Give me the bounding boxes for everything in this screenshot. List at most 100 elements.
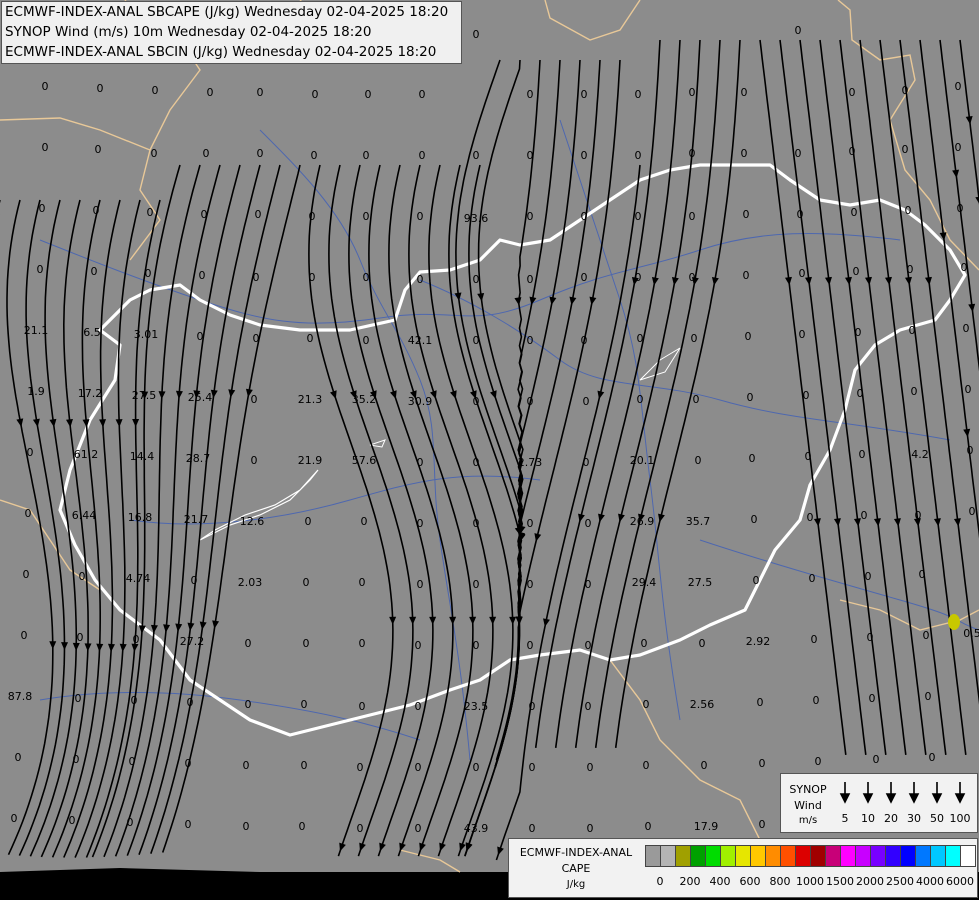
cape-value-label: 0 [365, 88, 372, 101]
cape-value-label: 0 [815, 755, 822, 768]
cape-value-label: 0 [529, 761, 536, 774]
cape-value-label: 0 [363, 149, 370, 162]
cape-value-label: 0 [187, 696, 194, 709]
cape-color-swatch [870, 845, 886, 867]
cape-value-label: 0 [955, 141, 962, 154]
wind-arrow-head [954, 793, 966, 804]
cape-value-label: 0 [967, 444, 974, 457]
cape-value-label: 0 [359, 700, 366, 713]
cape-color-swatch [660, 845, 676, 867]
cape-color-swatch [960, 845, 976, 867]
cape-value-label: 21.3 [298, 393, 323, 406]
cape-value-label: 0 [869, 692, 876, 705]
cape-value-label: 0 [643, 759, 650, 772]
cape-value-label: 0 [849, 145, 856, 158]
cape-color-swatch [945, 845, 961, 867]
cape-value-label: 0 [807, 511, 814, 524]
cape-value-label: 0 [42, 80, 49, 93]
cape-value-label: 2.03 [238, 576, 263, 589]
cape-value-label: 0 [701, 759, 708, 772]
cape-value-label: 0 [809, 572, 816, 585]
cape-value-label: 0 [203, 147, 210, 160]
cape-value-label: 0 [299, 820, 306, 833]
cape-value-label: 0 [415, 639, 422, 652]
cape-value-label: 0 [741, 86, 748, 99]
cape-value-label: 0 [309, 210, 316, 223]
cape-value-label: 0 [69, 814, 76, 827]
cape-value-label: 0 [245, 637, 252, 650]
cape-value-label: 0 [689, 86, 696, 99]
cape-value-label: 0 [243, 820, 250, 833]
cape-value-label: 0 [75, 692, 82, 705]
cape-value-label: 0 [129, 755, 136, 768]
cape-value-label: 0 [303, 576, 310, 589]
cape-value-label: 0 [145, 267, 152, 280]
cape-value-label: 0 [527, 88, 534, 101]
cape-value-label: 0 [255, 208, 262, 221]
cape-value-label: 0 [581, 271, 588, 284]
cape-value-label: 0 [253, 332, 260, 345]
cape-value-label: 0 [37, 263, 44, 276]
cape-value-label: 0 [527, 149, 534, 162]
cape-value-label: 0 [587, 761, 594, 774]
cape-value-label: 0 [359, 637, 366, 650]
cape-color-swatch [735, 845, 751, 867]
cape-value-label: 0 [79, 570, 86, 583]
cape-value-label: 0 [635, 271, 642, 284]
cape-value-label: 0 [77, 631, 84, 644]
title-box: ECMWF-INDEX-ANAL SBCAPE (J/kg) Wednesday… [1, 1, 462, 64]
cape-value-label: 0 [693, 393, 700, 406]
cape-value-label: 0 [583, 395, 590, 408]
title-sbcin: ECMWF-INDEX-ANAL SBCIN (J/kg) Wednesday … [5, 44, 437, 60]
cape-marker [948, 614, 960, 630]
cape-color-swatch [750, 845, 766, 867]
cape-value-label: 0 [23, 568, 30, 581]
cape-value-label: 0 [527, 334, 534, 347]
cape-value-label: 0 [127, 816, 134, 829]
cape-value-label: 0 [759, 757, 766, 770]
cape-value-label: 0 [473, 149, 480, 162]
cape-value-label: 0 [27, 446, 34, 459]
cape-value-label: 0 [527, 517, 534, 530]
cape-value-label: 21.9 [298, 454, 323, 467]
cape-value-label: 0 [905, 204, 912, 217]
cape-color-swatch [840, 845, 856, 867]
cape-value-label: 30.9 [408, 395, 433, 408]
cape-value-label: 0 [151, 147, 158, 160]
cape-value-label: 0 [417, 210, 424, 223]
cape-value-label: 0 [689, 271, 696, 284]
cape-value-label: 0 [915, 509, 922, 522]
cape-color-swatch [825, 845, 841, 867]
cape-value-label: 0 [849, 86, 856, 99]
cape-value-label: 0 [131, 694, 138, 707]
cape-value-label: 0 [473, 761, 480, 774]
cape-value-label: 0 [691, 332, 698, 345]
wind-speed-label: 100 [949, 812, 971, 825]
cape-value-label: 0 [969, 505, 976, 518]
cape-color-swatch [930, 845, 946, 867]
title-sbcape: ECMWF-INDEX-ANAL SBCAPE (J/kg) Wednesday… [5, 4, 449, 20]
cape-value-label: 0 [635, 88, 642, 101]
cape-color-swatch [810, 845, 826, 867]
cape-value-label: 0 [185, 757, 192, 770]
cape-value-label: 0 [963, 322, 970, 335]
cape-value-label: 0 [312, 88, 319, 101]
cape-value-label: 0 [585, 578, 592, 591]
cape-value-label: 0 [581, 210, 588, 223]
cape-value-label: 0 [415, 761, 422, 774]
cape-value-label: 21.1 [24, 324, 49, 337]
cape-value-label: 0.5 [963, 627, 979, 640]
cape-value-label: 87.8 [8, 690, 33, 703]
cape-value-label: 0 [583, 456, 590, 469]
cape-value-label: 0 [643, 698, 650, 711]
cape-color-swatch [795, 845, 811, 867]
cape-value-label: 0 [419, 88, 426, 101]
wind-arrow-head [931, 793, 943, 804]
cape-value-label: 0 [91, 265, 98, 278]
cape-value-label: 0 [147, 206, 154, 219]
cape-value-label: 0 [585, 517, 592, 530]
cape-value-label: 25.4 [188, 391, 213, 404]
cape-value-label: 4.2 [911, 448, 929, 461]
cape-value-label: 0 [305, 515, 312, 528]
cape-legend-title: ECMWF-INDEX-ANAL [519, 846, 633, 859]
